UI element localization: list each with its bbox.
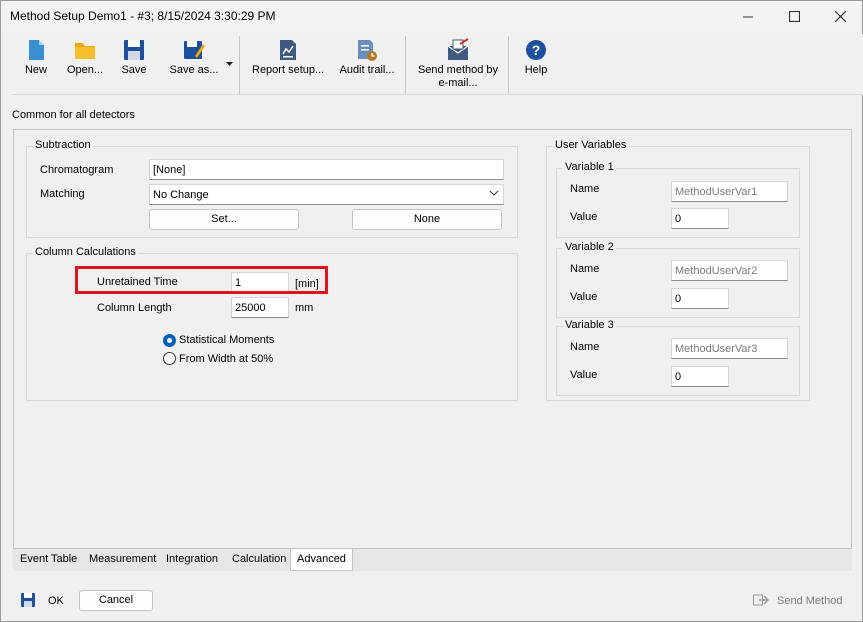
- tab-integration[interactable]: Integration: [160, 549, 224, 570]
- ok-button[interactable]: OK: [48, 595, 64, 607]
- minimize-button[interactable]: [725, 1, 771, 32]
- close-icon: [834, 11, 846, 22]
- column-calculations-title: Column Calculations: [33, 246, 138, 258]
- save-as-icon: [184, 41, 205, 59]
- send-method-label-line1: Send method by: [417, 64, 499, 76]
- variable-1-name-label: Name: [570, 183, 600, 195]
- subtraction-title: Subtraction: [33, 139, 93, 151]
- variable-2-value-input[interactable]: 0: [671, 288, 729, 309]
- matching-select[interactable]: No Change: [149, 184, 504, 205]
- chevron-down-icon: [489, 190, 499, 196]
- from-width-label[interactable]: From Width at 50%: [179, 353, 273, 365]
- column-length-label: Column Length: [97, 302, 172, 314]
- variable-1-name-input[interactable]: MethodUserVar1: [671, 181, 788, 202]
- advanced-tab-panel: Subtraction Chromatogram [None] Matching…: [13, 129, 852, 549]
- variable-3-value-label: Value: [570, 369, 598, 381]
- audit-trail-button[interactable]: Audit trail...: [338, 34, 396, 94]
- email-method-icon: [447, 38, 469, 60]
- dropdown-arrow-icon: [226, 62, 233, 66]
- variable-2-title: Variable 2: [563, 241, 616, 253]
- variable-1-value-input[interactable]: 0: [671, 208, 729, 229]
- user-variables-title: User Variables: [553, 139, 629, 151]
- title-bar: Method Setup Demo1 - #3; 8/15/2024 3:30:…: [1, 1, 862, 32]
- variable-3-title: Variable 3: [563, 319, 616, 331]
- column-length-input[interactable]: 25000: [231, 297, 289, 318]
- from-width-radio[interactable]: [163, 352, 176, 365]
- open-button[interactable]: Open...: [64, 34, 106, 94]
- new-button[interactable]: New: [16, 34, 56, 94]
- variable-2-name-input[interactable]: MethodUserVar2: [671, 260, 788, 281]
- toolbar-separator: [508, 36, 509, 94]
- statistical-moments-label[interactable]: Statistical Moments: [179, 334, 274, 346]
- toolbar-separator: [239, 36, 240, 94]
- variable-2-value-label: Value: [570, 291, 598, 303]
- statistical-moments-radio[interactable]: [163, 334, 176, 347]
- help-icon: ?: [526, 40, 546, 60]
- section-header: Common for all detectors: [12, 109, 135, 121]
- toolbar-separator: [405, 36, 406, 94]
- method-tabs: Event Table Measurement Integration Calc…: [13, 549, 852, 571]
- close-button[interactable]: [817, 1, 863, 32]
- minimize-icon: [743, 16, 753, 17]
- tab-measurement[interactable]: Measurement: [83, 549, 162, 570]
- toolbar: New Open... Save Save as... Report setup…: [12, 34, 863, 95]
- chromatogram-field[interactable]: [None]: [149, 159, 504, 180]
- folder-icon: [75, 43, 95, 59]
- save-button[interactable]: Save: [114, 34, 154, 94]
- audit-trail-icon: [358, 40, 377, 61]
- help-button[interactable]: ? Help: [516, 34, 556, 94]
- cancel-button[interactable]: Cancel: [79, 590, 153, 611]
- variable-3-name-label: Name: [570, 341, 600, 353]
- tab-advanced[interactable]: Advanced: [290, 549, 353, 571]
- tab-calculation[interactable]: Calculation: [226, 549, 292, 570]
- window-title: Method Setup Demo1 - #3; 8/15/2024 3:30:…: [10, 9, 276, 23]
- save-ok-icon: [21, 593, 35, 607]
- matching-label: Matching: [40, 188, 85, 200]
- save-as-button[interactable]: Save as...: [164, 34, 224, 94]
- method-setup-window: Method Setup Demo1 - #3; 8/15/2024 3:30:…: [0, 0, 863, 622]
- maximize-icon: [788, 11, 800, 22]
- send-method-button[interactable]: Send Method: [777, 595, 842, 607]
- send-method-label-line2: e-mail...: [438, 77, 478, 89]
- variable-2-name-label: Name: [570, 263, 600, 275]
- variable-3-value-input[interactable]: 0: [671, 366, 729, 387]
- variable-1-title: Variable 1: [563, 161, 616, 173]
- save-as-dropdown[interactable]: [224, 34, 236, 94]
- new-file-icon: [29, 40, 44, 60]
- variable-1-value-label: Value: [570, 211, 598, 223]
- report-setup-icon: [280, 40, 296, 60]
- save-icon: [124, 40, 144, 60]
- svg-text:?: ?: [532, 42, 541, 58]
- unretained-time-highlight: [75, 266, 328, 294]
- send-method-email-button[interactable]: Send method by e-mail...: [412, 34, 504, 94]
- variable-3-name-input[interactable]: MethodUserVar3: [671, 338, 788, 359]
- matching-value: No Change: [153, 189, 209, 201]
- tab-event-table[interactable]: Event Table: [14, 549, 83, 570]
- maximize-button[interactable]: [771, 1, 817, 32]
- chromatogram-label: Chromatogram: [40, 164, 114, 176]
- send-method-icon: [753, 594, 769, 606]
- set-button[interactable]: Set...: [149, 209, 299, 230]
- report-setup-button[interactable]: Report setup...: [252, 34, 324, 94]
- column-length-unit: mm: [295, 302, 314, 314]
- none-button[interactable]: None: [352, 209, 502, 230]
